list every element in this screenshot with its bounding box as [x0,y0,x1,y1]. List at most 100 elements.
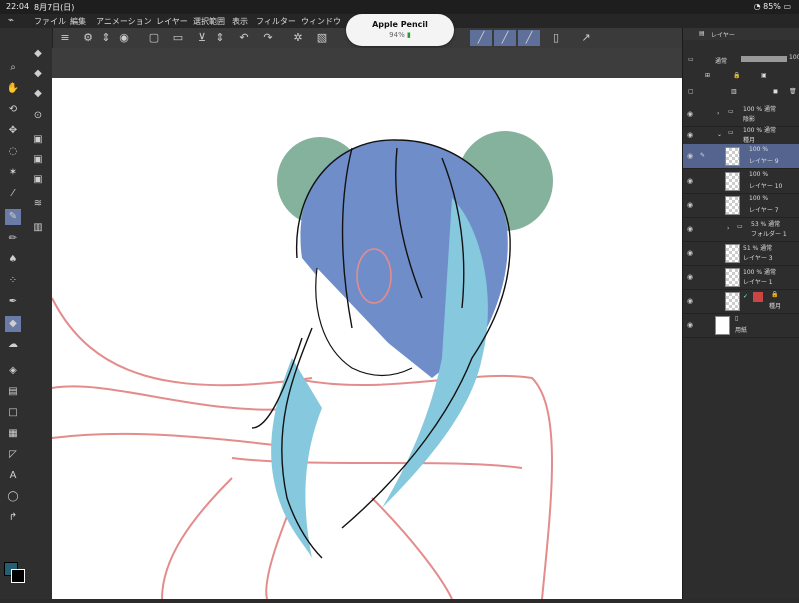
airbrush-icon[interactable]: ⁘ [5,273,21,289]
share-icon[interactable]: ↗ [578,30,594,46]
app-logo-icon[interactable]: ⌁ [8,15,14,26]
mask-icon[interactable]: ▣ [761,72,767,79]
new-icon[interactable]: ▢ [146,30,162,46]
layer-row[interactable]: ◉ › ▭ 53 % 通常 フォルダー 1 [683,217,799,242]
visibility-eye-icon[interactable]: ◉ [685,297,695,305]
layer-row[interactable]: ◉ ✓ 🔒 種月 [683,289,799,314]
opacity-value[interactable]: 100 [789,54,799,61]
frame-icon[interactable]: ▦ [5,426,21,442]
select-icon[interactable]: ▧ [314,30,330,46]
view-icon[interactable]: ◉ [116,30,132,46]
subtool-b-icon[interactable]: ▣ [30,152,46,168]
menu-icon[interactable]: ≡ [57,30,73,46]
subtool-eraser-hard-icon[interactable]: ◆ [30,46,46,62]
save-icon[interactable]: ⊻ [194,30,210,46]
layer-row[interactable]: ◉ 51 % 通常 レイヤー 3 [683,241,799,266]
layer-row[interactable]: ◉ 100 % レイヤー 7 [683,193,799,218]
subtool-eraser-vector-icon[interactable]: ◆ [30,86,46,102]
settings-icon[interactable]: ⚙ [80,30,96,46]
visibility-eye-icon[interactable]: ◉ [685,110,695,118]
layer-type-icon[interactable]: ▭ [688,56,694,63]
clip-icon[interactable]: ⊞ [705,72,710,79]
new-folder-icon[interactable]: ▥ [731,88,737,95]
eyedropper-icon[interactable]: ⁄ [5,186,21,202]
undo-icon[interactable]: ↶ [236,30,252,46]
text-icon[interactable]: A [5,468,21,484]
visibility-eye-icon[interactable]: ◉ [685,177,695,185]
pencil-tool-icon[interactable]: ✏ [5,231,21,247]
menu-edit[interactable]: 編集 [70,16,86,27]
decoration-icon[interactable]: ✒ [5,294,21,310]
gradient-icon[interactable]: ▤ [5,384,21,400]
rotate-icon[interactable]: ⟲ [5,102,21,118]
expand-icon[interactable]: › [727,225,729,232]
layer-row-selected[interactable]: ◉ ✎ 100 % レイヤー 9 [683,144,799,169]
shape-icon[interactable]: □ [5,405,21,421]
brush-icon[interactable]: ╱ [518,30,540,46]
lasso-icon[interactable]: ◌ [5,144,21,160]
visibility-eye-icon[interactable]: ◉ [685,225,695,233]
subtool-stack-icon[interactable]: ≋ [30,196,46,212]
menu-filter[interactable]: フィルター [256,16,296,27]
eraser-icon[interactable]: ◆ [5,316,21,332]
hand-icon[interactable]: ✋ [5,81,21,97]
brush-tool-icon[interactable]: ♠ [5,252,21,268]
redo-icon[interactable]: ↷ [260,30,276,46]
blend-mode-select[interactable]: 通常 [715,56,727,65]
fill-icon[interactable]: ◈ [5,363,21,379]
layer-name: フォルダー 1 [751,231,787,238]
layer-row[interactable]: ◉ ▯ 用紙 [683,313,799,338]
visibility-eye-icon[interactable]: ◉ [685,249,695,257]
sort-icon[interactable]: ⇕ [98,30,114,46]
move-icon[interactable]: ✥ [5,123,21,139]
layer-thumbnail [725,268,740,287]
new-layer-icon[interactable]: ▢ [688,88,694,95]
ruler-tool-icon[interactable]: ◸ [5,447,21,463]
correct-line-icon[interactable]: ↱ [5,510,21,526]
visibility-eye-icon[interactable]: ◉ [685,152,695,160]
background-color-swatch[interactable] [11,569,25,583]
balloon-icon[interactable]: ◯ [5,489,21,505]
toast-title: Apple Pencil [372,20,428,29]
layers-tab-icon[interactable]: ▤ [699,30,705,37]
pen-icon[interactable]: ╱ [470,30,492,46]
collapse-icon[interactable]: ⌄ [717,131,722,138]
layers-tab-label[interactable]: レイヤー [711,30,735,39]
lock-icon[interactable]: 🔒 [733,72,740,79]
visibility-eye-icon[interactable]: ◉ [685,201,695,209]
lock-icon[interactable]: 🔒 [771,291,778,298]
expand-icon[interactable]: › [717,110,719,117]
open-icon[interactable]: ▭ [170,30,186,46]
transform-icon[interactable]: ✲ [290,30,306,46]
pencil-icon[interactable]: ╱ [494,30,516,46]
delete-layer-icon[interactable]: 🗑 [789,88,797,95]
layer-row[interactable]: ◉ 100 % レイヤー 10 [683,169,799,194]
visibility-eye-icon[interactable]: ◉ [685,131,695,139]
subtool-a-icon[interactable]: ▣ [30,132,46,148]
opacity-slider[interactable] [741,56,787,62]
subtool-eraser-soft-icon[interactable]: ◆ [30,66,46,82]
visibility-eye-icon[interactable]: ◉ [685,321,695,329]
subtool-settings-icon[interactable]: ⊙ [30,108,46,124]
blend-icon[interactable]: ☁ [5,337,21,353]
drawing-canvas[interactable] [51,78,682,600]
subtool-c-icon[interactable]: ▣ [30,172,46,188]
pen-tool-icon[interactable]: ✎ [5,209,21,225]
magic-wand-icon[interactable]: ✶ [5,165,21,181]
menu-window[interactable]: ウィンドウ [301,16,341,27]
subtool-panel-icon[interactable]: ▥ [30,220,46,236]
zoom-icon[interactable]: ⌕ [5,60,21,76]
page-icon[interactable]: ▯ [548,30,564,46]
layer-name: レイヤー 1 [743,279,773,286]
menu-layer[interactable]: レイヤー [156,16,188,27]
mask-add-icon[interactable]: ◼ [773,88,778,95]
menu-view[interactable]: 表示 [232,16,248,27]
visibility-eye-icon[interactable]: ◉ [685,273,695,281]
sort2-icon[interactable]: ⇕ [212,30,228,46]
panel-tabbar: ▤ レイヤー [683,28,799,40]
menu-selection[interactable]: 選択範囲 [193,16,225,27]
layer-name: レイヤー 10 [749,183,783,190]
layer-row[interactable]: ◉ 100 % 通常 レイヤー 1 [683,265,799,290]
menu-file[interactable]: ファイル [34,16,66,27]
menu-animation[interactable]: アニメーション [96,16,152,27]
